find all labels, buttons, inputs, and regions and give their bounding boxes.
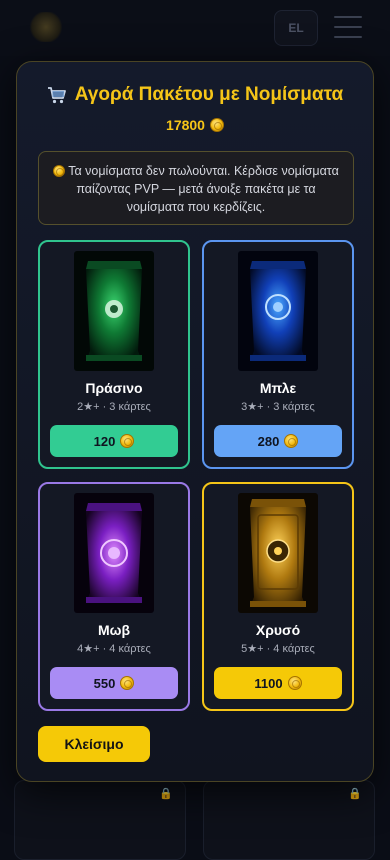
pack-meta: 3★+ · 3 κάρτες bbox=[241, 401, 315, 413]
coin-icon bbox=[209, 118, 224, 132]
price-label: 1100 bbox=[254, 675, 283, 691]
hamburger-menu-icon[interactable] bbox=[334, 16, 362, 38]
info-text: Τα νομίσματα δεν πωλούνται. Κέρδισε νομί… bbox=[68, 164, 339, 214]
pack-card-blue: Μπλε 3★+ · 3 κάρτες 280 bbox=[202, 240, 354, 469]
language-button[interactable]: EL bbox=[274, 10, 318, 46]
lock-icon: 🔒 bbox=[348, 788, 362, 800]
modal-title: Αγορά Πακέτου με Νομίσματα bbox=[17, 84, 373, 106]
pack-name: Πράσινο bbox=[85, 380, 143, 396]
modal-title-text: Αγορά Πακέτου με Νομίσματα bbox=[74, 84, 344, 105]
price-label: 550 bbox=[93, 675, 116, 691]
pack-card-purple: Μωβ 4★+ · 4 κάρτες 550 bbox=[38, 482, 190, 711]
buy-blue-pack-button[interactable]: 280 bbox=[214, 425, 342, 457]
background-card: 🔒 bbox=[203, 780, 375, 860]
coin-icon bbox=[287, 676, 302, 690]
coin-icon bbox=[53, 164, 66, 177]
background-card: 🔒 bbox=[14, 780, 186, 860]
pack-meta: 4★+ · 4 κάρτες bbox=[77, 643, 151, 655]
pack-name: Μωβ bbox=[97, 622, 131, 638]
coin-icon bbox=[284, 434, 299, 448]
pack-meta: 2★+ · 3 κάρτες bbox=[77, 401, 151, 413]
pack-image-purple bbox=[74, 493, 154, 613]
buy-gold-pack-button[interactable]: 1100 bbox=[214, 667, 342, 699]
coin-icon bbox=[120, 676, 135, 690]
shopping-cart-icon bbox=[47, 86, 67, 104]
pack-name: Μπλε bbox=[259, 380, 297, 396]
coin-balance: 17800 bbox=[17, 117, 373, 133]
pack-image-gold bbox=[238, 493, 318, 613]
buy-purple-pack-button[interactable]: 550 bbox=[50, 667, 178, 699]
pack-card-green: Πράσινο 2★+ · 3 κάρτες 120 bbox=[38, 240, 190, 469]
coin-icon bbox=[120, 434, 135, 448]
price-label: 280 bbox=[257, 433, 280, 449]
pack-card-gold: Χρυσό 5★+ · 4 κάρτες 1100 bbox=[202, 482, 354, 711]
lock-icon: 🔒 bbox=[159, 788, 173, 800]
coin-balance-value: 17800 bbox=[166, 117, 205, 133]
app-logo[interactable] bbox=[28, 12, 64, 42]
close-button[interactable]: Κλείσιμο bbox=[38, 726, 150, 762]
buy-pack-modal: Αγορά Πακέτου με Νομίσματα 17800 Τα νομί… bbox=[16, 61, 374, 782]
pack-name: Χρυσό bbox=[255, 622, 301, 638]
info-box: Τα νομίσματα δεν πωλούνται. Κέρδισε νομί… bbox=[38, 151, 354, 225]
pack-image-blue bbox=[238, 251, 318, 371]
price-label: 120 bbox=[93, 433, 116, 449]
pack-image-green bbox=[74, 251, 154, 371]
buy-green-pack-button[interactable]: 120 bbox=[50, 425, 178, 457]
pack-meta: 5★+ · 4 κάρτες bbox=[241, 643, 315, 655]
